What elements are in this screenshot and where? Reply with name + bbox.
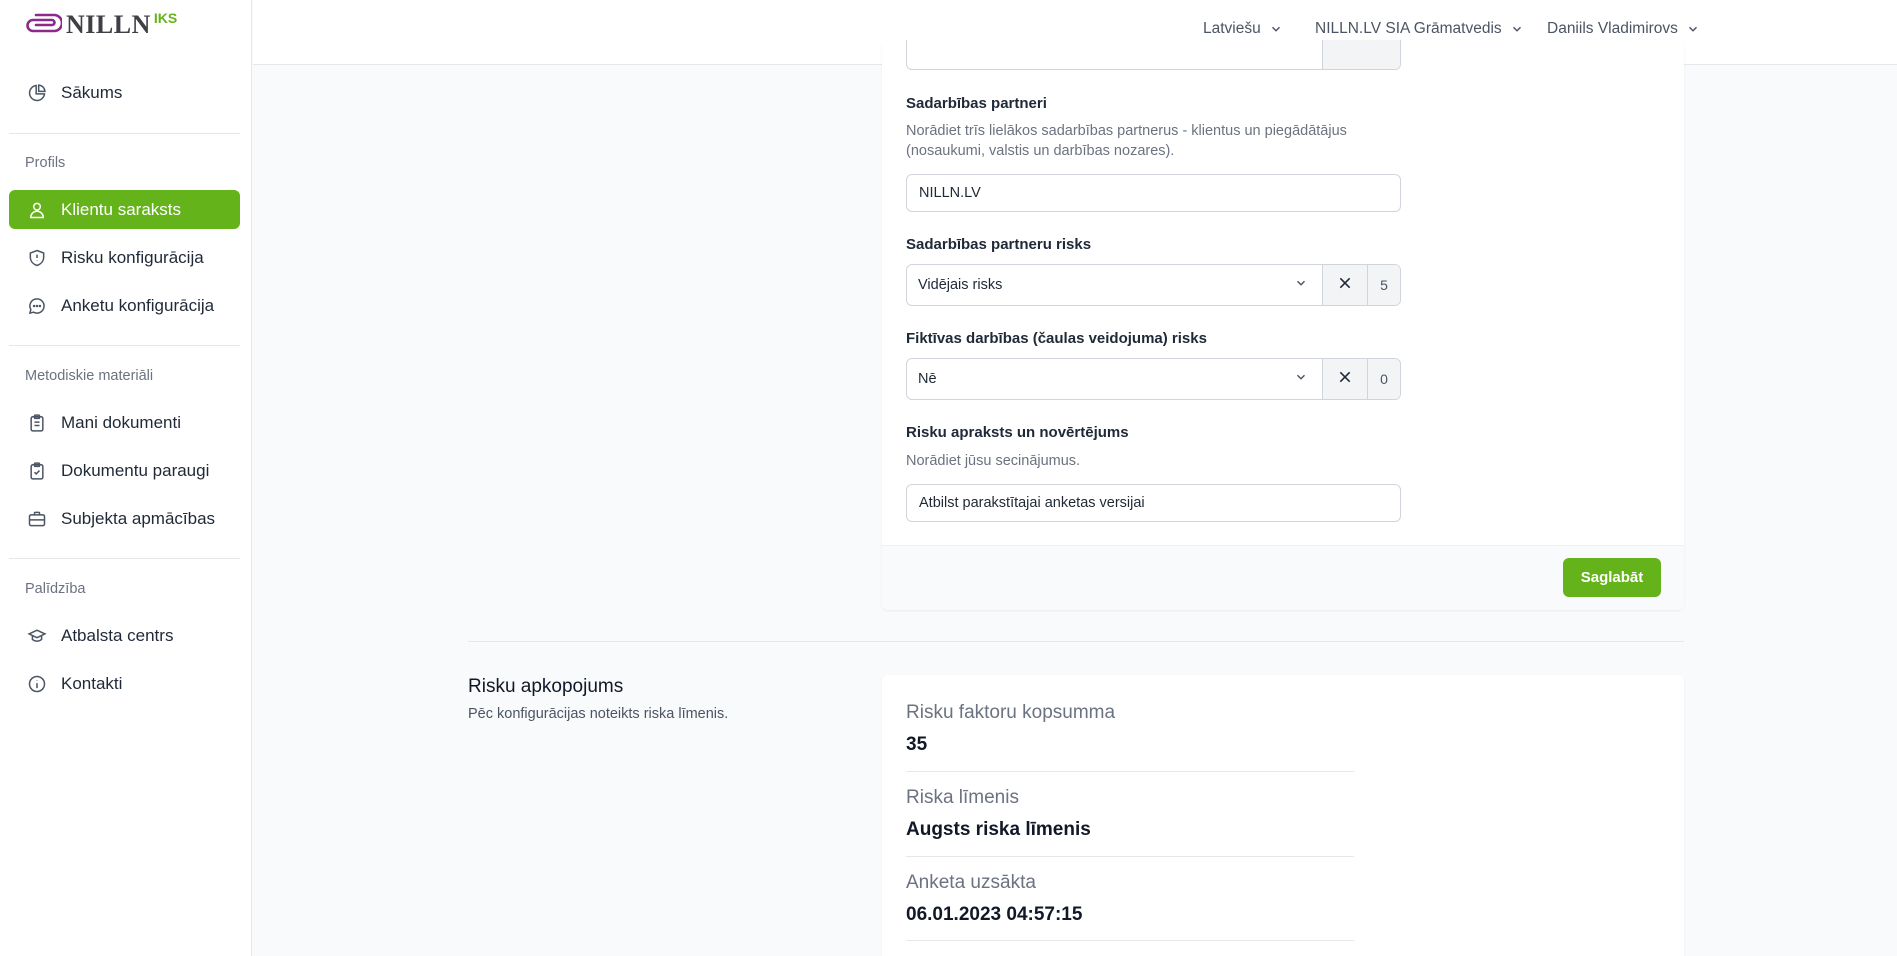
- sidebar-item-label: Anketu konfigurācija: [61, 295, 215, 315]
- sidebar-divider: [9, 558, 240, 559]
- sidebar-item-label: Atbalsta centrs: [61, 625, 174, 645]
- partners-input[interactable]: NILLN.LV: [906, 174, 1401, 212]
- brand-name: NILLN: [66, 10, 151, 39]
- field-addon: [1322, 40, 1400, 69]
- risk-description-value: Atbilst parakstītajai anketas versijai: [919, 495, 1145, 511]
- sidebar-item-my-documents[interactable]: Mani dokumenti: [9, 403, 240, 442]
- sidebar-item-label: Sākums: [61, 82, 123, 102]
- previous-field-stub[interactable]: [906, 40, 1401, 70]
- sidebar-divider: [9, 133, 240, 134]
- risk-total-value: 35: [906, 734, 928, 755]
- chevron-down-icon: [1686, 22, 1700, 36]
- summary-divider: [906, 856, 1354, 857]
- partners-risk-select[interactable]: Vidējais risks: [907, 265, 1322, 305]
- partners-risk-label: Sadarbības partneru risks: [906, 236, 1092, 253]
- section-divider: [468, 641, 1684, 642]
- sidebar-item-contacts[interactable]: Kontakti: [9, 664, 240, 703]
- chevron-down-icon: [1294, 370, 1308, 388]
- sidebar-item-risk-config[interactable]: Risku konfigurācija: [9, 238, 240, 277]
- close-icon: [1337, 275, 1353, 296]
- brand-logo[interactable]: NILLN IKS: [24, 10, 177, 40]
- shell-risk-score: 0: [1367, 359, 1400, 399]
- partners-risk-score: 5: [1367, 265, 1400, 305]
- user-icon: [26, 199, 48, 221]
- language-dropdown[interactable]: Latviešu: [1203, 20, 1283, 38]
- risk-description-help: Norādiet jūsu secinājumus.: [906, 453, 1081, 469]
- form-started-value: 06.01.2023 04:57:15: [906, 904, 1083, 925]
- user-dropdown[interactable]: Daniils Vladimirovs: [1547, 20, 1700, 38]
- sidebar-item-form-config[interactable]: Anketu konfigurācija: [9, 286, 240, 325]
- clipboard-list-icon: [26, 412, 48, 434]
- sidebar-heading-profile: Profils: [25, 155, 66, 171]
- sidebar-item-label: Klientu saraksts: [61, 199, 181, 219]
- shield-icon: [26, 247, 48, 269]
- briefcase-icon: [26, 508, 48, 530]
- paperclip-logo-icon: [26, 13, 62, 33]
- sidebar: NILLN IKS Sākums Profils Klientu sarakst…: [0, 0, 252, 956]
- shell-risk-select[interactable]: Nē: [907, 359, 1322, 399]
- clipboard-check-icon: [26, 460, 48, 482]
- sidebar-item-label: Kontakti: [61, 673, 123, 693]
- sidebar-item-client-list[interactable]: Klientu saraksts: [9, 190, 240, 229]
- risk-level-value: Augsts riska līmenis: [906, 819, 1091, 840]
- partners-risk-selected: Vidējais risks: [918, 277, 1003, 293]
- user-name: Daniils Vladimirovs: [1547, 20, 1678, 37]
- brand-suffix: IKS: [153, 10, 178, 26]
- sidebar-heading-materials: Metodiskie materiāli: [25, 368, 154, 384]
- form-started-label: Anketa uzsākta: [906, 872, 1036, 893]
- shell-risk-clear-button[interactable]: [1322, 359, 1367, 399]
- chevron-down-icon: [1510, 22, 1524, 36]
- info-icon: [26, 673, 48, 695]
- summary-description: Pēc konfigurācijas noteikts riska līmeni…: [468, 706, 729, 722]
- save-button[interactable]: Saglabāt: [1563, 558, 1661, 597]
- partners-input-value: NILLN.LV: [919, 185, 981, 201]
- partners-risk-clear-button[interactable]: [1322, 265, 1367, 305]
- summary-title: Risku apkopojums: [468, 676, 624, 697]
- risk-description-label: Risku apraksts un novērtējums: [906, 424, 1129, 441]
- sidebar-item-document-templates[interactable]: Dokumentu paraugi: [9, 451, 240, 490]
- graduation-cap-icon: [26, 625, 48, 647]
- close-icon: [1337, 369, 1353, 390]
- partners-risk-field: Vidējais risks 5: [906, 264, 1401, 306]
- sidebar-item-label: Mani dokumenti: [61, 412, 182, 432]
- language-label: Latviešu: [1203, 20, 1261, 37]
- shell-risk-field: Nē 0: [906, 358, 1401, 400]
- sidebar-item-support-center[interactable]: Atbalsta centrs: [9, 616, 240, 655]
- sidebar-divider: [9, 345, 240, 346]
- chat-bubble-icon: [26, 295, 48, 317]
- pie-chart-icon: [26, 82, 48, 104]
- risk-description-input[interactable]: Atbilst parakstītajai anketas versijai: [906, 484, 1401, 522]
- summary-divider: [906, 771, 1354, 772]
- shell-risk-selected: Nē: [918, 371, 937, 387]
- chevron-down-icon: [1294, 276, 1308, 294]
- summary-divider: [906, 940, 1354, 941]
- sidebar-item-label: Subjekta apmācības: [61, 508, 216, 528]
- shell-risk-label: Fiktīvas darbības (čaulas veidojuma) ris…: [906, 330, 1207, 347]
- sidebar-item-subject-training[interactable]: Subjekta apmācības: [9, 499, 240, 538]
- company-label: NILLN.LV SIA Grāmatvedis: [1315, 20, 1502, 37]
- risk-total-label: Risku faktoru kopsumma: [906, 702, 1116, 723]
- risk-level-label: Riska līmenis: [906, 787, 1019, 808]
- partners-label: Sadarbības partneri: [906, 95, 1047, 112]
- sidebar-item-label: Risku konfigurācija: [61, 247, 204, 267]
- sidebar-item-home[interactable]: Sākums: [9, 73, 240, 112]
- chevron-down-icon: [1269, 22, 1283, 36]
- sidebar-heading-help: Palīdzība: [25, 581, 86, 597]
- partners-help: Norādiet trīs lielākos sadarbības partne…: [906, 123, 1347, 159]
- sidebar-item-label: Dokumentu paraugi: [61, 460, 210, 480]
- company-dropdown[interactable]: NILLN.LV SIA Grāmatvedis: [1315, 20, 1524, 38]
